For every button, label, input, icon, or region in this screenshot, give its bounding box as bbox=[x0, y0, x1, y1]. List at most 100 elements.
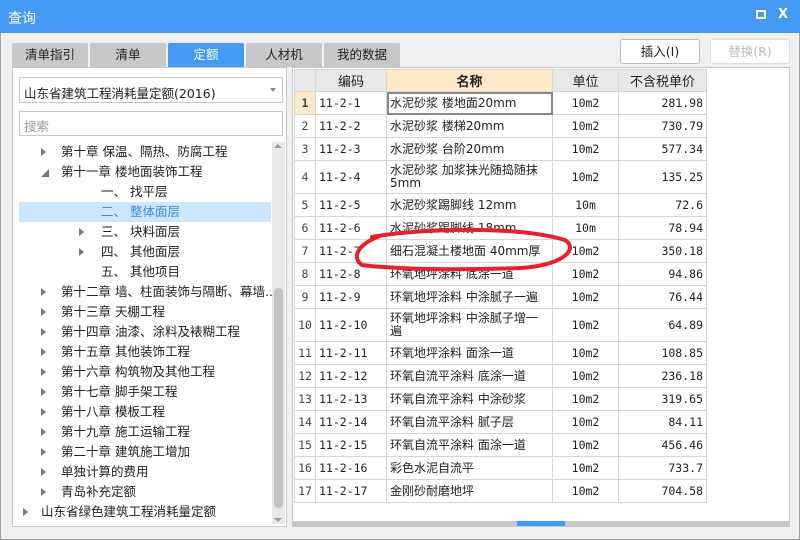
row-number[interactable]: 14 bbox=[294, 410, 316, 434]
code-cell[interactable]: 11-2-13 bbox=[315, 387, 387, 411]
code-cell[interactable]: 11-2-8 bbox=[315, 262, 387, 286]
tree-node[interactable]: 第十五章 其他装饰工程 bbox=[19, 342, 271, 362]
collapsed-triangle-icon[interactable] bbox=[23, 508, 32, 516]
table-row[interactable]: 12 11-2-12 环氧自流平涂料 底涂一道 10m2 236.18 bbox=[294, 364, 707, 388]
tree-node[interactable]: 单独计算的费用 bbox=[19, 462, 271, 482]
unit-cell[interactable]: 10m2 bbox=[552, 114, 619, 138]
tree-node[interactable]: 第十二章 墙、柱面装饰与隔断、幕墙... bbox=[19, 282, 277, 302]
scroll-up-icon[interactable] bbox=[274, 144, 282, 148]
tree-node[interactable]: 三、 块料面层 bbox=[19, 222, 271, 242]
table-row[interactable]: 7 11-2-7 细石混凝土楼地面 40mm厚 10m2 350.18 bbox=[294, 239, 707, 263]
scroll-handle[interactable] bbox=[517, 521, 565, 526]
maximize-icon[interactable] bbox=[754, 8, 768, 22]
table-row[interactable]: 2 11-2-2 水泥砂浆 楼梯20mm 10m2 730.79 bbox=[294, 114, 707, 138]
row-number[interactable]: 5 bbox=[294, 193, 316, 217]
tab-labor-material-machine[interactable]: 人材机 bbox=[246, 43, 322, 67]
collapsed-triangle-icon[interactable] bbox=[41, 408, 50, 416]
code-cell[interactable]: 11-2-15 bbox=[315, 433, 387, 457]
price-cell[interactable]: 704.58 bbox=[618, 479, 707, 503]
tree-node[interactable]: 第十七章 脚手架工程 bbox=[19, 382, 271, 402]
unit-cell[interactable]: 10m2 bbox=[552, 479, 619, 503]
name-cell[interactable]: 彩色水泥自流平 bbox=[386, 456, 553, 480]
name-cell[interactable]: 环氧地坪涂料 中涂腻子增一遍 bbox=[386, 308, 553, 342]
tab-quota[interactable]: 定额 bbox=[168, 43, 244, 67]
price-cell[interactable]: 135.25 bbox=[618, 160, 707, 194]
row-number[interactable]: 1 bbox=[294, 91, 316, 115]
row-number[interactable]: 6 bbox=[294, 216, 316, 240]
table-row[interactable]: 14 11-2-14 环氧自流平涂料 腻子层 10m2 84.11 bbox=[294, 410, 707, 434]
unit-cell[interactable]: 10m2 bbox=[552, 433, 619, 457]
table-row[interactable]: 13 11-2-13 环氧自流平涂料 中涂砂浆 10m2 319.65 bbox=[294, 387, 707, 411]
row-number[interactable]: 7 bbox=[294, 239, 316, 263]
name-cell[interactable]: 环氧地坪涂料 中涂腻子一遍 bbox=[386, 285, 553, 309]
tree-node[interactable]: 第十八章 模板工程 bbox=[19, 402, 271, 422]
collapsed-triangle-icon[interactable] bbox=[41, 308, 50, 316]
unit-cell[interactable]: 10m2 bbox=[552, 410, 619, 434]
price-cell[interactable]: 76.44 bbox=[618, 285, 707, 309]
name-cell[interactable]: 金刚砂耐磨地坪 bbox=[386, 479, 553, 503]
collapsed-triangle-icon[interactable] bbox=[41, 348, 50, 356]
tree-node[interactable]: 第十三章 天棚工程 bbox=[19, 302, 271, 322]
header-code[interactable]: 编码 bbox=[315, 69, 387, 92]
unit-cell[interactable]: 10m bbox=[552, 216, 619, 240]
header-unit[interactable]: 单位 bbox=[552, 69, 619, 92]
price-cell[interactable]: 94.86 bbox=[618, 262, 707, 286]
name-cell[interactable]: 环氧自流平涂料 底涂一道 bbox=[386, 364, 553, 388]
code-cell[interactable]: 11-2-10 bbox=[315, 308, 387, 342]
table-row[interactable]: 16 11-2-16 彩色水泥自流平 10m2 733.7 bbox=[294, 456, 707, 480]
search-input[interactable]: 搜索 bbox=[19, 111, 283, 136]
table-row[interactable]: 9 11-2-9 环氧地坪涂料 中涂腻子一遍 10m2 76.44 bbox=[294, 285, 707, 309]
collapsed-triangle-icon[interactable] bbox=[79, 248, 88, 256]
collapsed-triangle-icon[interactable] bbox=[41, 388, 50, 396]
price-cell[interactable]: 733.7 bbox=[618, 456, 707, 480]
table-row[interactable]: 1 11-2-1 水泥砂浆 楼地面20mm 10m2 281.98 bbox=[294, 91, 707, 115]
price-cell[interactable]: 236.18 bbox=[618, 364, 707, 388]
collapsed-triangle-icon[interactable] bbox=[41, 448, 50, 456]
collapsed-triangle-icon[interactable] bbox=[41, 488, 50, 496]
table-row[interactable]: 4 11-2-4 水泥砂浆 加浆抹光随捣随抹5mm 10m2 135.25 bbox=[294, 160, 707, 194]
code-cell[interactable]: 11-2-7 bbox=[315, 239, 387, 263]
row-number[interactable]: 2 bbox=[294, 114, 316, 138]
name-cell[interactable]: 环氧地坪涂料 面涂一道 bbox=[386, 341, 553, 365]
scroll-thumb[interactable] bbox=[274, 288, 283, 508]
price-cell[interactable]: 72.6 bbox=[618, 193, 707, 217]
unit-cell[interactable]: 10m bbox=[552, 193, 619, 217]
table-row[interactable]: 17 11-2-17 金刚砂耐磨地坪 10m2 704.58 bbox=[294, 479, 707, 503]
tree-node[interactable]: 第十四章 油漆、涂料及裱糊工程 bbox=[19, 322, 271, 342]
code-cell[interactable]: 11-2-12 bbox=[315, 364, 387, 388]
unit-cell[interactable]: 10m2 bbox=[552, 364, 619, 388]
name-cell[interactable]: 水泥砂浆 台阶20mm bbox=[386, 137, 553, 161]
price-cell[interactable]: 84.11 bbox=[618, 410, 707, 434]
row-number[interactable]: 15 bbox=[294, 433, 316, 457]
close-icon[interactable]: X bbox=[776, 8, 790, 22]
collapsed-triangle-icon[interactable] bbox=[41, 368, 50, 376]
price-cell[interactable]: 577.34 bbox=[618, 137, 707, 161]
name-cell[interactable]: 环氧自流平涂料 中涂砂浆 bbox=[386, 387, 553, 411]
tree-node[interactable]: 第十一章 楼地面装饰工程 bbox=[19, 162, 271, 182]
name-cell[interactable]: 水泥砂浆 加浆抹光随捣随抹5mm bbox=[386, 160, 553, 194]
name-cell[interactable]: 环氧地坪涂料 底涂一道 bbox=[386, 262, 553, 286]
row-number[interactable]: 12 bbox=[294, 364, 316, 388]
table-row[interactable]: 6 11-2-6 水泥砂浆踢脚线 18mm 10m 78.94 bbox=[294, 216, 707, 240]
name-cell[interactable]: 水泥砂浆 楼梯20mm bbox=[386, 114, 553, 138]
row-number[interactable]: 8 bbox=[294, 262, 316, 286]
library-select[interactable]: 山东省建筑工程消耗量定额(2016) bbox=[19, 77, 283, 103]
header-name[interactable]: 名称 bbox=[386, 69, 553, 92]
collapsed-triangle-icon[interactable] bbox=[41, 288, 50, 296]
name-cell[interactable]: 环氧自流平涂料 腻子层 bbox=[386, 410, 553, 434]
horizontal-scrollbar[interactable] bbox=[293, 521, 789, 526]
row-number[interactable]: 4 bbox=[294, 160, 316, 194]
collapsed-triangle-icon[interactable] bbox=[79, 228, 88, 236]
unit-cell[interactable]: 10m2 bbox=[552, 341, 619, 365]
header-price[interactable]: 不含税单价 bbox=[618, 69, 707, 92]
table-row[interactable]: 5 11-2-5 水泥砂浆踢脚线 12mm 10m 72.6 bbox=[294, 193, 707, 217]
tab-my-data[interactable]: 我的数据 bbox=[324, 43, 400, 67]
price-cell[interactable]: 730.79 bbox=[618, 114, 707, 138]
price-cell[interactable]: 456.46 bbox=[618, 433, 707, 457]
name-cell[interactable]: 水泥砂浆 楼地面20mm bbox=[386, 91, 553, 115]
collapsed-triangle-icon[interactable] bbox=[41, 148, 50, 156]
tree-node[interactable]: 青岛补充定额 bbox=[19, 482, 271, 502]
code-cell[interactable]: 11-2-2 bbox=[315, 114, 387, 138]
code-cell[interactable]: 11-2-16 bbox=[315, 456, 387, 480]
name-cell[interactable]: 环氧自流平涂料 面涂一道 bbox=[386, 433, 553, 457]
